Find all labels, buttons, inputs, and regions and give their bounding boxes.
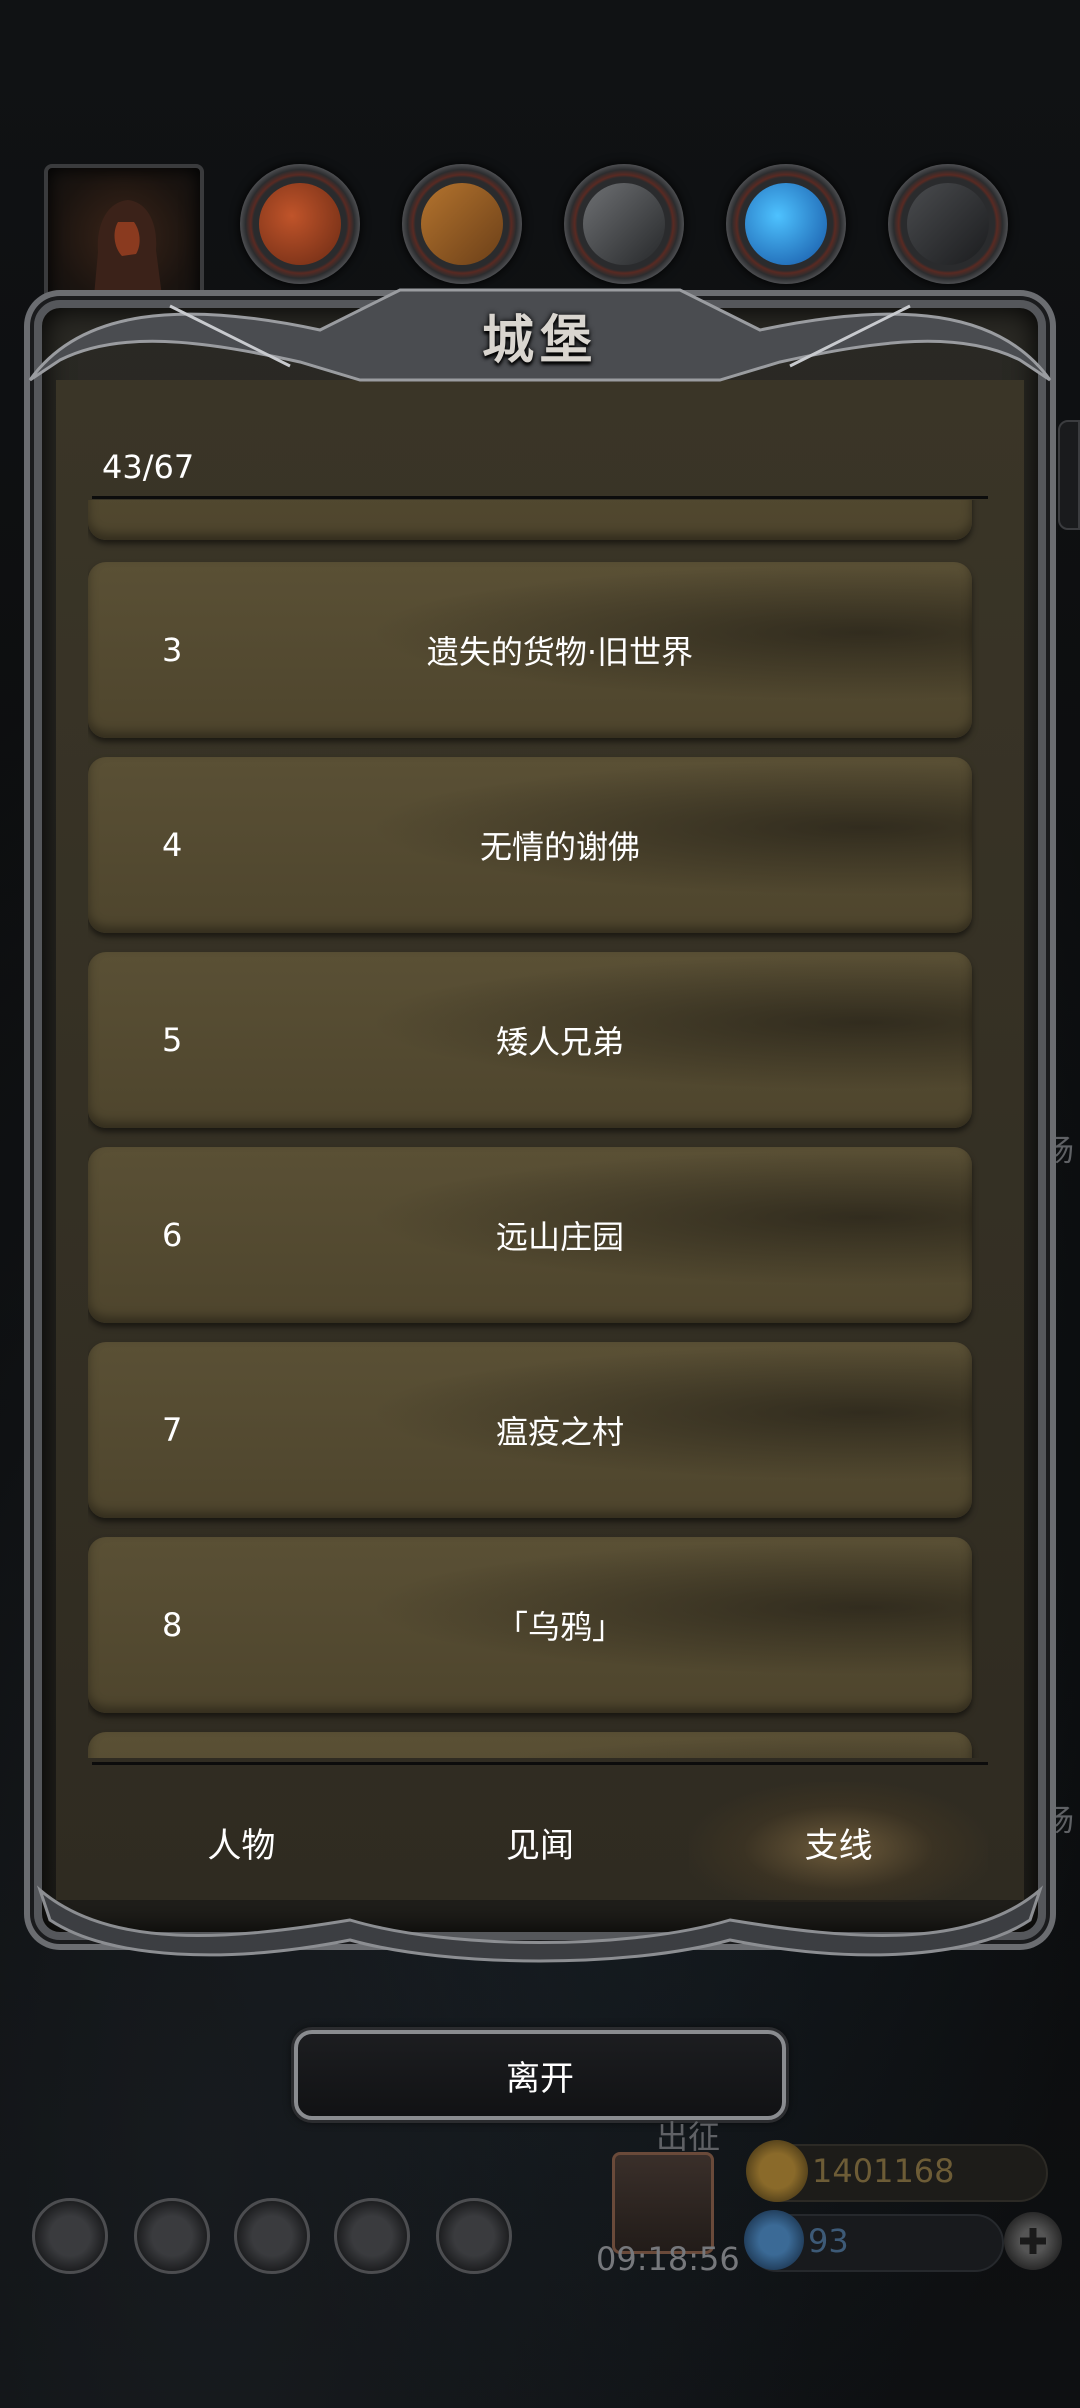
side-tab-top[interactable] bbox=[1058, 420, 1080, 530]
list-item[interactable]: 3 遗失的货物·旧世界 bbox=[88, 562, 972, 738]
row-title: 远山庄园 bbox=[495, 1218, 624, 1256]
add-gems-button[interactable] bbox=[1004, 2212, 1062, 2270]
wood-plank-icon bbox=[421, 183, 503, 265]
list-item[interactable]: 5 矮人兄弟 bbox=[88, 952, 972, 1128]
gem-icon bbox=[744, 2210, 804, 2270]
mail-icon[interactable] bbox=[334, 2198, 410, 2274]
crystal-icon bbox=[745, 183, 827, 265]
meat-icon bbox=[259, 183, 341, 265]
wood-resource[interactable]: 253656 bbox=[402, 164, 522, 321]
list-item[interactable]: 4 无情的谢佛 bbox=[88, 757, 972, 933]
gift-box-icon[interactable] bbox=[612, 2152, 714, 2254]
gold-coin-icon bbox=[746, 2140, 808, 2202]
settings-gear-icon[interactable] bbox=[32, 2198, 108, 2274]
title-plate: 城堡 bbox=[400, 280, 680, 390]
gem-value: 93 bbox=[808, 2222, 849, 2260]
leave-button[interactable]: 离开 bbox=[294, 2030, 786, 2120]
achievement-icon[interactable] bbox=[134, 2198, 210, 2274]
iron-ingot-icon bbox=[583, 183, 665, 265]
side-label-2: 场 bbox=[1044, 1804, 1074, 1839]
food-resource[interactable]: 232 bbox=[240, 164, 360, 321]
castle-icon[interactable] bbox=[234, 2198, 310, 2274]
plus-icon bbox=[1020, 2228, 1046, 2254]
row-title: 遗失的货物·旧世界 bbox=[426, 633, 694, 671]
iron-resource[interactable]: 164255 bbox=[564, 164, 684, 321]
divider bbox=[92, 1762, 988, 1765]
dialog-bottom-ornament bbox=[36, 1885, 1044, 1963]
row-title: 「乌鸦」 bbox=[495, 1608, 624, 1646]
timer: 09:18:56 bbox=[596, 2240, 740, 2278]
row-title bbox=[148, 500, 972, 540]
dialog-title: 城堡 bbox=[481, 309, 598, 371]
stone-block-icon bbox=[907, 183, 989, 265]
dice-icon[interactable] bbox=[436, 2198, 512, 2274]
progress-counter: 43/67 bbox=[102, 448, 195, 486]
gold-value: 1401168 bbox=[812, 2152, 955, 2190]
list-item[interactable]: 8 「乌鸦」 bbox=[88, 1537, 972, 1713]
list-item[interactable]: 6 远山庄园 bbox=[88, 1147, 972, 1323]
list-item[interactable] bbox=[88, 500, 972, 540]
row-title: 瘟疫之村 bbox=[495, 1413, 624, 1451]
side-label-1: 场 bbox=[1044, 1134, 1074, 1169]
crystal-resource[interactable]: 253 bbox=[726, 164, 846, 321]
row-title bbox=[148, 1732, 972, 1758]
list-item[interactable]: 7 瘟疫之村 bbox=[88, 1342, 972, 1518]
stone-resource[interactable]: 253031 bbox=[888, 164, 1008, 321]
quest-list[interactable]: 3 遗失的货物·旧世界 4 无情的谢佛 5 矮人兄弟 6 远山庄园 7 瘟疫之村… bbox=[88, 500, 988, 1758]
divider bbox=[92, 496, 988, 499]
list-item[interactable] bbox=[88, 1732, 972, 1758]
row-title: 矮人兄弟 bbox=[495, 1023, 624, 1061]
row-title: 无情的谢佛 bbox=[479, 828, 640, 866]
